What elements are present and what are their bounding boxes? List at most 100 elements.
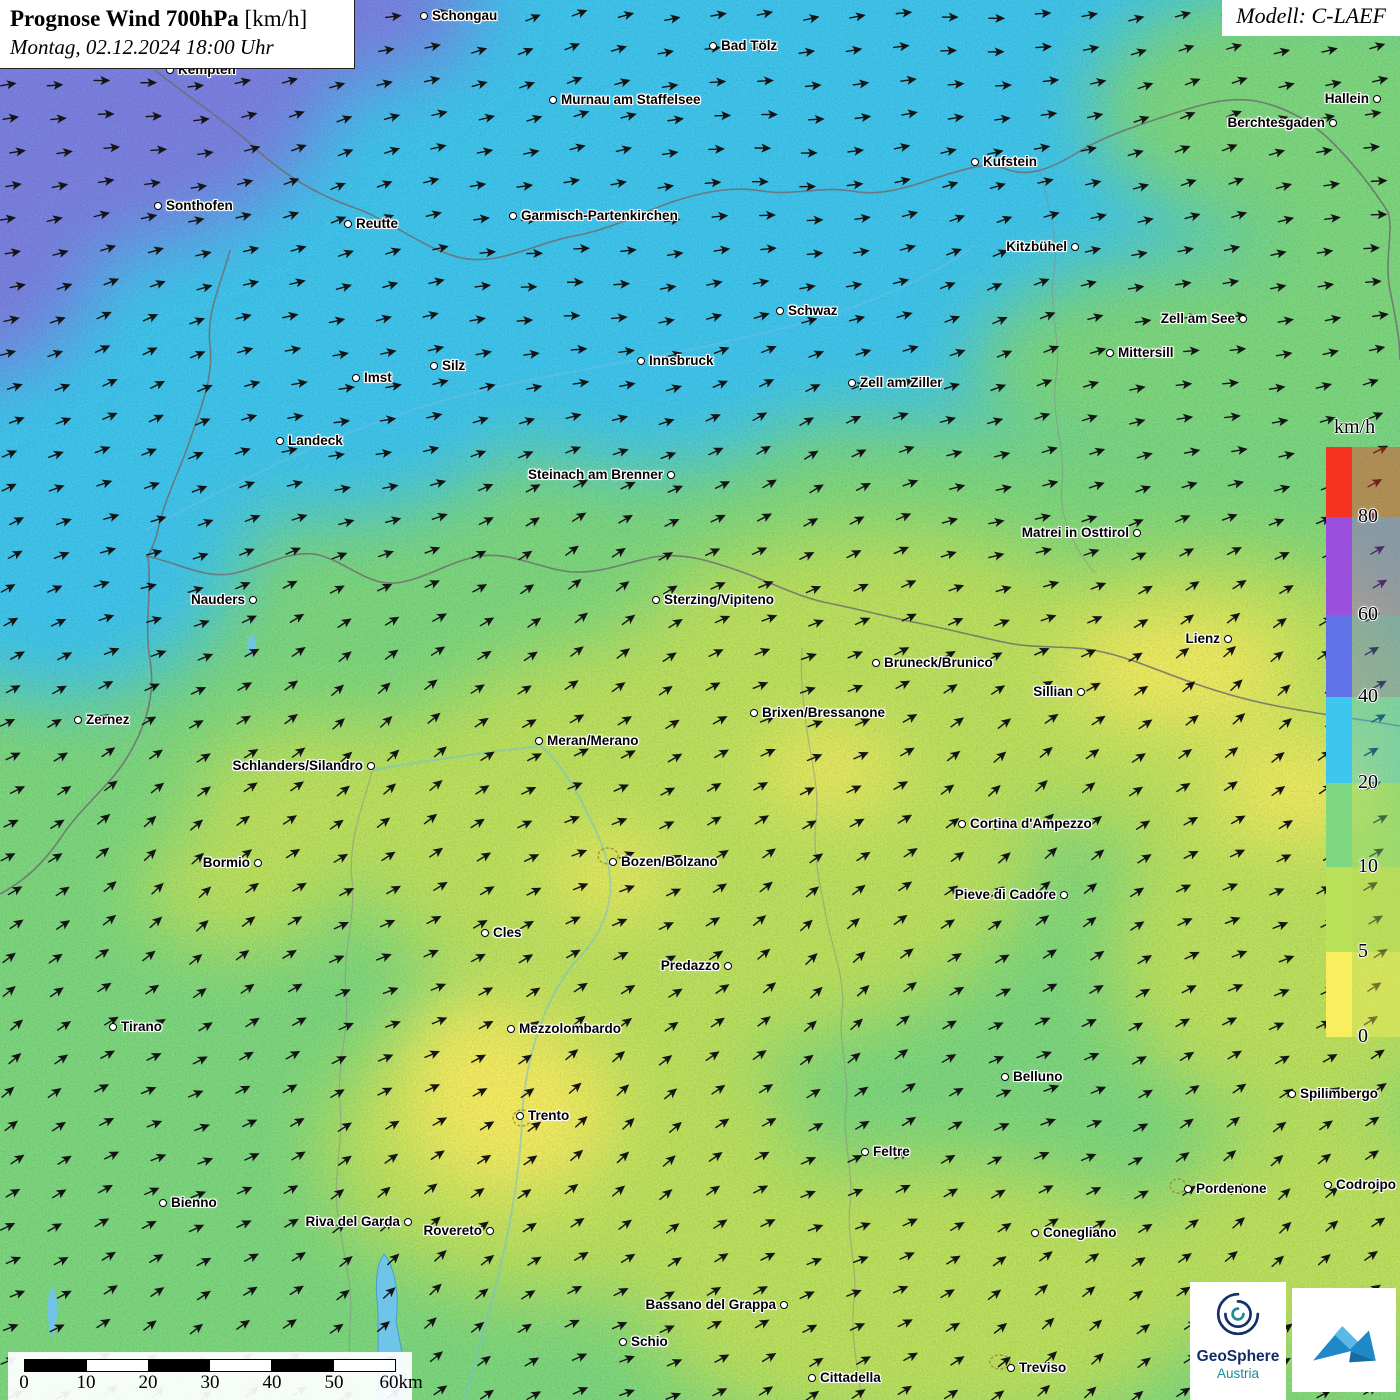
city-marker-dot xyxy=(1106,349,1114,357)
model-label: Modell: C-LAEF xyxy=(1222,0,1400,36)
city-marker-dot xyxy=(861,1148,869,1156)
city-marker-dot xyxy=(776,307,784,315)
city-marker-dot xyxy=(1060,891,1068,899)
scale-bar-segment xyxy=(87,1360,149,1371)
city-label: Nauders xyxy=(191,590,245,609)
geosphere-name: GeoSphere xyxy=(1190,1348,1286,1366)
city-label: Bassano del Grappa xyxy=(645,1295,776,1314)
scale-bar-tick: 0 xyxy=(19,1372,29,1394)
legend-unit-label: km/h xyxy=(1334,416,1400,439)
city-marker-dot xyxy=(971,158,979,166)
city-label: Sonthofen xyxy=(166,196,233,215)
city-label: Imst xyxy=(364,368,392,387)
city-label: Hallein xyxy=(1325,89,1369,108)
scale-bar-segment xyxy=(25,1360,87,1371)
city-marker-dot xyxy=(1133,529,1141,537)
city-marker-dot xyxy=(1077,688,1085,696)
city-marker-dot xyxy=(958,820,966,828)
scale-bar-labels: 0102030405060km xyxy=(24,1372,404,1396)
city-label: Zell am Ziller xyxy=(860,373,943,392)
legend-tick: 60 xyxy=(1358,603,1398,626)
city-marker-dot xyxy=(516,1112,524,1120)
geosphere-swirl-icon xyxy=(1209,1287,1267,1341)
city-marker-dot xyxy=(367,762,375,770)
city-marker-dot xyxy=(1324,1181,1332,1189)
city-label: Spilimbergo xyxy=(1300,1084,1378,1103)
city-label: Trento xyxy=(528,1106,569,1125)
city-label: Bienno xyxy=(171,1193,217,1212)
city-label: Meran/Merano xyxy=(547,731,639,750)
city-marker-dot xyxy=(1007,1364,1015,1372)
scale-bar-segment xyxy=(272,1360,334,1371)
scale-bar-tick: 10 xyxy=(77,1372,96,1394)
city-marker-dot xyxy=(808,1374,816,1382)
city-marker-dot xyxy=(709,42,717,50)
city-marker-dot xyxy=(430,362,438,370)
city-marker-dot xyxy=(352,374,360,382)
city-layer: SchongauBad TölzKemptenMurnau am Staffel… xyxy=(0,0,1400,1400)
city-label: Schlanders/Silandro xyxy=(232,756,363,775)
city-label: Belluno xyxy=(1013,1067,1063,1086)
city-marker-dot xyxy=(1329,119,1337,127)
scale-bar-tick: 20 xyxy=(139,1372,158,1394)
city-marker-dot xyxy=(619,1338,627,1346)
city-marker-dot xyxy=(109,1023,117,1031)
city-label: Steinach am Brenner xyxy=(528,465,663,484)
city-label: Riva del Garda xyxy=(305,1212,400,1231)
city-label: Brixen/Bressanone xyxy=(762,703,885,722)
city-label: Garmisch-Partenkirchen xyxy=(521,206,678,225)
city-label: Kufstein xyxy=(983,152,1037,171)
legend-segment xyxy=(1326,867,1352,952)
city-marker-dot xyxy=(750,709,758,717)
city-label: Zernez xyxy=(86,710,130,729)
city-label: Lienz xyxy=(1185,629,1220,648)
city-label: Murnau am Staffelsee xyxy=(561,90,701,109)
city-marker-dot xyxy=(1031,1229,1039,1237)
city-marker-dot xyxy=(509,212,517,220)
partner-logo xyxy=(1292,1288,1396,1392)
city-marker-dot xyxy=(1001,1073,1009,1081)
city-label: Pordenone xyxy=(1196,1179,1267,1198)
city-label: Conegliano xyxy=(1043,1223,1117,1242)
city-label: Sillian xyxy=(1033,682,1073,701)
legend-tick: 40 xyxy=(1358,685,1398,708)
city-marker-dot xyxy=(420,12,428,20)
city-marker-dot xyxy=(609,858,617,866)
mountain-arrow-icon xyxy=(1301,1297,1387,1383)
city-marker-dot xyxy=(1288,1090,1296,1098)
scale-bar-tick: 50 xyxy=(325,1372,344,1394)
city-marker-dot xyxy=(1184,1185,1192,1193)
city-label: Codroipo xyxy=(1336,1175,1396,1194)
city-marker-dot xyxy=(481,929,489,937)
scale-bar-tick: 60km xyxy=(380,1372,423,1394)
city-label: Treviso xyxy=(1019,1358,1066,1377)
city-marker-dot xyxy=(154,202,162,210)
header-box: Prognose Wind 700hPa [km/h] Montag, 02.1… xyxy=(0,0,355,69)
city-marker-dot xyxy=(249,596,257,604)
city-marker-dot xyxy=(404,1218,412,1226)
scale-bar-tick: 30 xyxy=(201,1372,220,1394)
title-text: Prognose Wind 700hPa xyxy=(10,6,239,31)
scale-bar-segment xyxy=(210,1360,272,1371)
city-label: Cortina d'Ampezzo xyxy=(970,814,1092,833)
legend-segment xyxy=(1326,783,1352,867)
city-label: Tirano xyxy=(121,1017,162,1036)
city-label: Innsbruck xyxy=(649,351,714,370)
city-label: Reutte xyxy=(356,214,398,233)
city-label: Bruneck/Brunico xyxy=(884,653,993,672)
city-marker-dot xyxy=(1224,635,1232,643)
city-marker-dot xyxy=(724,962,732,970)
scale-bar-segment xyxy=(334,1360,395,1371)
city-label: Sterzing/Vipiteno xyxy=(664,590,774,609)
city-marker-dot xyxy=(1239,315,1247,323)
city-marker-dot xyxy=(872,659,880,667)
city-marker-dot xyxy=(535,737,543,745)
geosphere-sub: Austria xyxy=(1190,1366,1286,1381)
city-marker-dot xyxy=(276,437,284,445)
legend-segment xyxy=(1326,952,1352,1037)
city-label: Feltre xyxy=(873,1142,910,1161)
city-label: Berchtesgaden xyxy=(1227,113,1325,132)
city-marker-dot xyxy=(780,1301,788,1309)
city-label: Landeck xyxy=(288,431,343,450)
city-label: Matrei in Osttirol xyxy=(1022,523,1129,542)
